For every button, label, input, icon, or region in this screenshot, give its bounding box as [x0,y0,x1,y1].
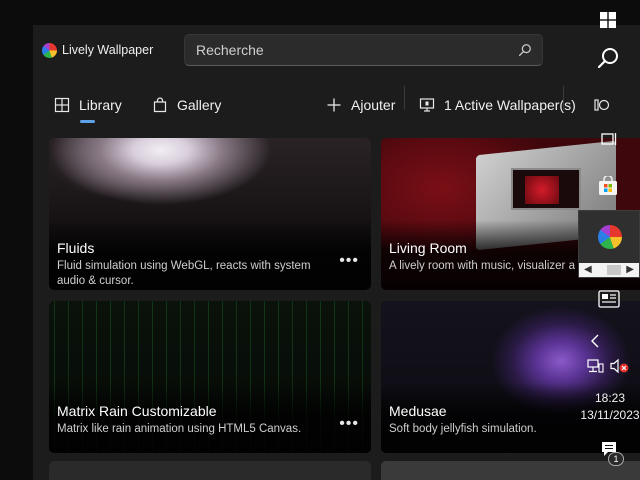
clock-date: 13/11/2023 [580,408,640,422]
toolbar-divider [563,86,564,110]
more-options-button[interactable]: ••• [339,252,359,270]
card-title: Living Room [389,240,467,256]
search-icon[interactable] [518,43,532,57]
monitor-icon [419,98,435,112]
toolbar-divider [404,86,405,110]
active-wallpapers-button[interactable]: 1 Active Wallpaper(s) [419,90,576,120]
notification-count-badge: 1 [608,452,624,466]
store-icon[interactable] [598,176,618,196]
tab-gallery-label: Gallery [177,97,222,113]
scroll-thumb[interactable] [607,265,621,275]
plus-icon [327,98,341,112]
wallpaper-thumbnail [49,461,371,480]
card-title: Fluids [57,240,95,256]
scroll-right-icon[interactable]: ▶ [626,263,634,277]
search-box[interactable] [184,34,543,66]
add-wallpaper-label: Ajouter [351,97,396,113]
nav-bar: Library Gallery Ajouter 1 Active Wallpap… [33,80,640,130]
tab-library[interactable]: Library [54,90,122,123]
app-title: Lively Wallpaper [62,43,154,57]
app-window: Lively Wallpaper Library Gallery [33,25,640,480]
title-bar: Lively Wallpaper [33,25,640,80]
more-options-button[interactable]: ••• [339,415,359,433]
active-wallpapers-label: 1 Active Wallpaper(s) [444,97,576,113]
library-icon [54,97,70,113]
lively-tray-icon[interactable] [598,225,622,249]
wallpaper-card[interactable]: Fluids Fluid simulation using WebGL, rea… [49,138,371,290]
news-widget-icon[interactable] [598,290,620,308]
shopping-bag-icon [153,97,167,113]
screen-prop [511,168,581,210]
chevron-left-icon[interactable] [590,334,600,348]
windows-start-icon[interactable] [600,12,616,28]
tab-selected-indicator [80,120,95,123]
lively-logo-icon [42,43,57,58]
taskbar-search-icon[interactable] [596,46,620,70]
red-glow [525,176,559,204]
system-clock[interactable]: 18:23 13/11/2023 [580,390,640,424]
card-title: Matrix Rain Customizable [57,403,217,419]
task-view-icon[interactable] [600,130,618,148]
tab-library-label: Library [79,97,122,113]
card-title: Medusae [389,403,447,419]
card-description: Matrix like rain animation using HTML5 C… [57,423,302,435]
wallpaper-card[interactable] [49,461,371,480]
scroll-left-icon[interactable]: ◀ [584,263,592,277]
clock-time: 18:23 [594,391,626,405]
network-icon[interactable] [586,358,604,374]
tab-gallery[interactable]: Gallery [152,90,221,120]
add-wallpaper-button[interactable]: Ajouter [326,90,395,120]
search-input[interactable] [185,35,505,65]
popup-scrollbar[interactable]: ◀ ▶ [579,263,639,277]
tray-overflow-popup[interactable]: ◀ ▶ [578,210,640,278]
wallpaper-card[interactable]: Matrix Rain Customizable Matrix like rai… [49,301,371,453]
volume-muted-icon[interactable] [610,358,630,374]
card-description: Fluid simulation using WebGL, reacts wit… [57,260,311,287]
